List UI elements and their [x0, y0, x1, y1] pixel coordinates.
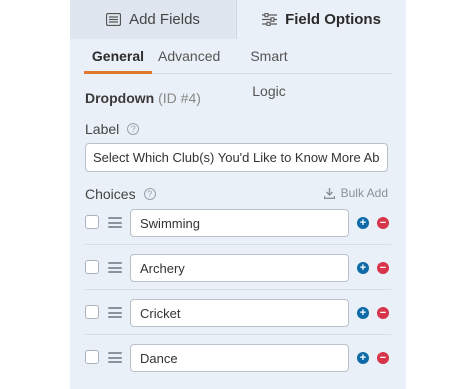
add-choice-icon[interactable]: +	[357, 352, 369, 364]
bulk-add-label: Bulk Add	[340, 186, 388, 200]
drag-handle-icon[interactable]	[108, 217, 122, 228]
tab-general[interactable]: General	[84, 39, 152, 74]
remove-choice-icon[interactable]: −	[377, 352, 389, 364]
drag-handle-icon[interactable]	[108, 352, 122, 363]
drag-handle-icon[interactable]	[108, 262, 122, 273]
choice-value-input[interactable]	[130, 209, 349, 237]
tab-add-fields-label: Add Fields	[129, 11, 200, 28]
tab-advanced[interactable]: Advanced	[158, 39, 220, 74]
choices-title: Choices	[85, 186, 136, 202]
tab-add-fields[interactable]: Add Fields	[70, 0, 237, 39]
field-options-panel: Add Fields Field Options General Advance…	[70, 0, 406, 389]
tab-field-options[interactable]: Field Options	[237, 0, 406, 39]
help-icon[interactable]: ?	[143, 188, 156, 200]
field-id: (ID #4)	[158, 90, 201, 106]
label-title: Label	[85, 121, 120, 137]
divider	[85, 334, 391, 335]
panel-top-tabs: Add Fields Field Options	[70, 0, 406, 39]
remove-choice-icon[interactable]: −	[377, 217, 389, 229]
choice-value-input[interactable]	[130, 254, 349, 282]
choice-default-checkbox[interactable]	[85, 215, 99, 229]
bulk-add-button[interactable]: Bulk Add	[323, 186, 388, 200]
drag-handle-icon[interactable]	[108, 307, 122, 318]
choices-heading: Choices ?	[85, 186, 156, 202]
sub-tabs: General Advanced Smart Logic	[84, 39, 392, 99]
choice-default-checkbox[interactable]	[85, 350, 99, 364]
choice-value-input[interactable]	[130, 344, 349, 372]
tab-smart-logic[interactable]: Smart Logic	[233, 39, 305, 99]
sliders-icon	[262, 13, 278, 26]
add-choice-icon[interactable]: +	[357, 307, 369, 319]
choice-row: + −	[85, 254, 391, 282]
remove-choice-icon[interactable]: −	[377, 307, 389, 319]
add-choice-icon[interactable]: +	[357, 262, 369, 274]
field-label-input[interactable]	[85, 143, 388, 172]
field-title: Dropdown (ID #4)	[85, 90, 201, 106]
divider	[85, 244, 391, 245]
field-type-name: Dropdown	[85, 90, 155, 106]
choice-row: + −	[85, 344, 391, 372]
remove-choice-icon[interactable]: −	[377, 262, 389, 274]
label-heading: Label ?	[85, 121, 140, 137]
choice-default-checkbox[interactable]	[85, 305, 99, 319]
choice-row: + −	[85, 299, 391, 327]
divider	[85, 289, 391, 290]
choice-default-checkbox[interactable]	[85, 260, 99, 274]
add-choice-icon[interactable]: +	[357, 217, 369, 229]
choice-row: + −	[85, 209, 391, 237]
list-icon	[106, 13, 122, 26]
help-icon[interactable]: ?	[127, 123, 140, 135]
tab-field-options-label: Field Options	[285, 11, 381, 28]
choice-value-input[interactable]	[130, 299, 349, 327]
download-icon	[323, 187, 335, 199]
